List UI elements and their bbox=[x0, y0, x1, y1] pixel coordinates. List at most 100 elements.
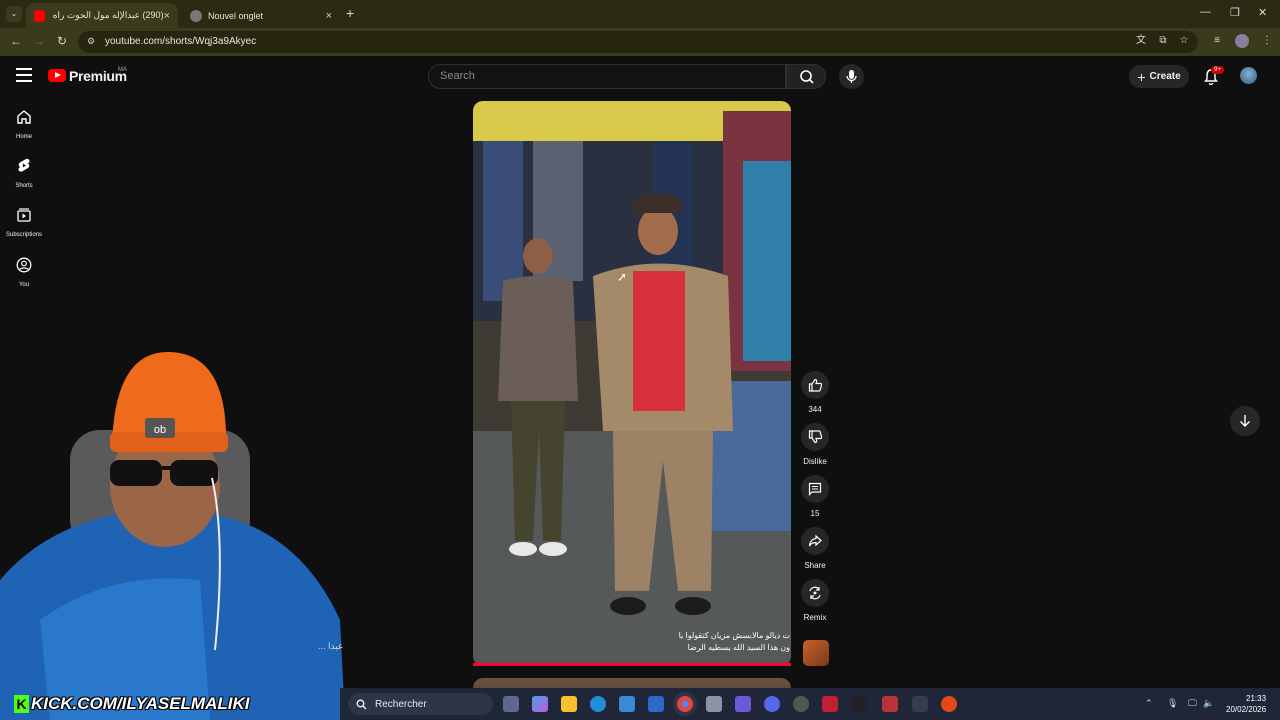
file-explorer-icon[interactable] bbox=[561, 696, 577, 712]
tab-close-icon[interactable]: × bbox=[326, 10, 332, 22]
game-controller-icon[interactable] bbox=[735, 696, 751, 712]
system-clock[interactable]: 21:33 20/02/2026 bbox=[1226, 693, 1266, 715]
remix-icon bbox=[809, 586, 821, 600]
volume-icon[interactable]: 🔈 bbox=[1203, 698, 1214, 709]
brave-browser-icon[interactable] bbox=[941, 696, 957, 712]
dislike-label: Dislike bbox=[803, 457, 827, 466]
comments-button[interactable]: 15 bbox=[797, 475, 833, 518]
bookmark-star-icon[interactable]: ☆ bbox=[1178, 35, 1190, 47]
discord-icon[interactable] bbox=[764, 696, 780, 712]
search-placeholder: Search bbox=[440, 70, 475, 82]
obs-studio-icon[interactable] bbox=[793, 696, 809, 712]
svg-text:ob: ob bbox=[154, 424, 166, 436]
voice-search-button[interactable] bbox=[839, 64, 864, 89]
mouse-cursor-icon: ➚ bbox=[617, 270, 628, 284]
tray-overflow-chevron-icon[interactable]: ⌃ bbox=[1145, 698, 1153, 709]
url-text[interactable]: youtube.com/shorts/Wqj3a9Akyec bbox=[105, 36, 256, 47]
translate-icon[interactable]: 文 bbox=[1135, 35, 1147, 47]
microphone-tray-icon[interactable]: 🎙 bbox=[1167, 698, 1178, 709]
sidebar-item-subscriptions[interactable]: Subscriptions bbox=[0, 207, 48, 238]
video-progress-bar[interactable] bbox=[473, 663, 791, 666]
tab-search-icon[interactable]: ≡ bbox=[1211, 35, 1223, 47]
sidebar-item-label: Shorts bbox=[15, 183, 33, 189]
notification-badge: 9+ bbox=[1211, 66, 1224, 74]
outlook-icon[interactable] bbox=[648, 696, 664, 712]
tab-search-menu-button[interactable]: ⌄ bbox=[6, 6, 22, 22]
search-input[interactable] bbox=[428, 64, 786, 89]
youtube-favicon-icon bbox=[34, 9, 46, 22]
tab-youtube-short[interactable]: (290) عبدالإله مول الحوت راه خو × bbox=[26, 3, 178, 28]
restore-icon[interactable]: ❐ bbox=[1230, 6, 1240, 19]
sidebar-item-shorts[interactable]: Shorts bbox=[0, 158, 48, 189]
comment-icon bbox=[808, 482, 822, 496]
overlay-name-text: ... عبدا bbox=[318, 641, 344, 651]
microsoft-store-icon[interactable] bbox=[619, 696, 635, 712]
clock-date: 20/02/2026 bbox=[1226, 705, 1267, 714]
voicemeeter-icon[interactable] bbox=[882, 696, 898, 712]
profile-avatar-icon[interactable] bbox=[1235, 34, 1249, 48]
account-avatar[interactable] bbox=[1240, 67, 1257, 84]
arrow-down-icon bbox=[1240, 415, 1250, 427]
sidebar-item-label: Home bbox=[15, 134, 32, 140]
country-code: MA bbox=[118, 67, 127, 73]
create-button[interactable]: + Create bbox=[1129, 65, 1189, 88]
remix-label: Remix bbox=[803, 613, 827, 622]
more-menu-icon[interactable]: ⋮ bbox=[1261, 35, 1273, 47]
back-arrow-icon[interactable]: ← bbox=[10, 34, 22, 48]
next-short-button[interactable] bbox=[1230, 406, 1260, 436]
network-icon[interactable]: 🖵 bbox=[1188, 698, 1197, 709]
install-app-icon[interactable]: ⧉ bbox=[1157, 35, 1169, 47]
sidebar-item-label: Subscriptions bbox=[5, 232, 43, 238]
sound-thumbnail[interactable] bbox=[803, 640, 829, 666]
like-button[interactable]: 344 bbox=[797, 371, 833, 414]
reload-icon[interactable]: ↻ bbox=[57, 34, 67, 48]
task-view-icon[interactable] bbox=[503, 696, 519, 712]
caption-line: ون هذا السيد الله يسطيه الرضا bbox=[687, 643, 790, 652]
stream-deck-icon[interactable] bbox=[912, 696, 928, 712]
share-label: Share bbox=[804, 561, 826, 570]
plus-icon: + bbox=[1137, 68, 1146, 85]
taskbar-search-label: Rechercher bbox=[375, 698, 427, 710]
kick-logo-icon: K bbox=[14, 695, 29, 713]
like-count: 344 bbox=[808, 405, 822, 414]
comment-count: 15 bbox=[810, 509, 820, 518]
chrome-icon[interactable] bbox=[677, 696, 693, 712]
caption-line: ت ديالو مالابسش مزيان كتقولوا يا bbox=[678, 631, 790, 640]
guide-menu-icon[interactable] bbox=[16, 68, 32, 86]
search-icon bbox=[356, 699, 367, 709]
sidebar-item-you[interactable]: You bbox=[0, 257, 48, 288]
tab-close-icon[interactable]: × bbox=[164, 10, 170, 22]
tab-new-tab[interactable]: Nouvel onglet × bbox=[182, 3, 340, 28]
minimize-icon[interactable]: — bbox=[1200, 6, 1211, 18]
video-frame-image bbox=[473, 101, 791, 666]
taskbar-search-box[interactable]: Rechercher bbox=[348, 693, 493, 715]
forward-arrow-icon[interactable]: → bbox=[33, 34, 45, 48]
site-info-icon[interactable]: ⚙ bbox=[87, 36, 95, 47]
search-button[interactable] bbox=[786, 64, 826, 89]
thumbs-up-icon bbox=[808, 378, 822, 392]
streamer-webcam: ob bbox=[0, 320, 345, 720]
kick-channel-banner: KICK.COM/ILYASELMALIKI bbox=[31, 694, 250, 713]
edge-browser-icon[interactable] bbox=[590, 696, 606, 712]
adobe-app-icon[interactable] bbox=[822, 696, 838, 712]
snipping-tool-icon[interactable] bbox=[706, 696, 722, 712]
window-close-icon[interactable]: ✕ bbox=[1258, 6, 1267, 19]
dislike-button[interactable]: Dislike bbox=[797, 423, 833, 466]
video-caption: ت ديالو مالابسش مزيان كتقولوا يا ون هذا … bbox=[560, 630, 790, 654]
search-icon bbox=[800, 70, 814, 84]
new-tab-plus-icon[interactable]: + bbox=[346, 5, 354, 21]
copilot-icon[interactable] bbox=[532, 696, 548, 712]
share-arrow-icon bbox=[808, 534, 822, 547]
youtube-logo-icon[interactable] bbox=[48, 69, 66, 82]
sidebar-item-home[interactable]: Home bbox=[0, 109, 48, 140]
microphone-icon bbox=[846, 70, 857, 83]
home-icon bbox=[17, 110, 31, 124]
webcam-image: ob bbox=[0, 320, 345, 720]
thumbs-down-icon bbox=[808, 430, 822, 444]
clock-time: 21:33 bbox=[1246, 694, 1267, 703]
audio-app-icon[interactable] bbox=[851, 696, 867, 712]
short-video-player[interactable] bbox=[473, 101, 791, 666]
remix-button[interactable]: Remix bbox=[797, 579, 833, 622]
shorts-icon bbox=[18, 158, 30, 172]
share-button[interactable]: Share bbox=[797, 527, 833, 570]
